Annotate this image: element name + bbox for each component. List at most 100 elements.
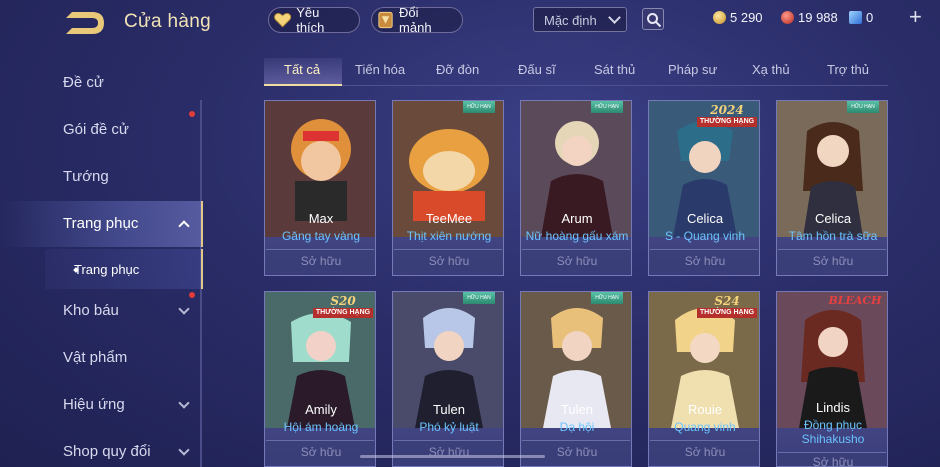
shard-exchange-button[interactable]: Đổi mảnh bbox=[371, 5, 463, 35]
sidebar-item-exchange-shop[interactable]: Shop quy đổi bbox=[0, 429, 203, 467]
sidebar-subitem-label: Trang phục bbox=[74, 262, 140, 277]
chevron-down-icon bbox=[178, 397, 190, 409]
hero-name: TeeMee bbox=[425, 211, 473, 226]
sidebar-item-treasure[interactable]: Kho báu bbox=[0, 288, 203, 334]
heart-icon bbox=[274, 12, 292, 28]
sidebar-subitem-skins[interactable]: Trang phục bbox=[45, 249, 203, 289]
sidebar-item-label: Kho báu bbox=[63, 302, 119, 319]
limited-badge: HỮU HẠN bbox=[463, 101, 495, 113]
owned-status: Sở hữu bbox=[812, 455, 854, 467]
owned-status: Sở hữu bbox=[300, 254, 342, 268]
skin-card[interactable]: BLEACH Lindis Đồng phục Shihakusho Sở hữ… bbox=[776, 291, 888, 467]
red-voucher-icon bbox=[781, 11, 794, 24]
search-icon bbox=[647, 13, 662, 28]
sidebar-item-label: Tướng bbox=[63, 168, 109, 185]
limited-badge: HỮU HẠN bbox=[847, 101, 879, 113]
owned-status: Sở hữu bbox=[300, 445, 342, 459]
skin-card[interactable]: HỮU HẠN Arum Nữ hoàng gấu xám Sở hữu bbox=[520, 100, 632, 276]
voucher-currency: 19 988 bbox=[781, 10, 838, 25]
hero-name: Celica bbox=[814, 211, 852, 226]
sort-value: Mặc định bbox=[544, 13, 597, 28]
limited-badge: HỮU HẠN bbox=[591, 292, 623, 304]
skin-name: Quang vinh bbox=[674, 420, 736, 434]
skin-card[interactable]: HỮU HẠN Tulen Phó kỷ luật Sở hữu bbox=[392, 291, 504, 467]
category-tabs: Tất cả Tiến hóa Đỡ đòn Đấu sĩ Sát thủ Ph… bbox=[264, 58, 888, 86]
blue-amount: 0 bbox=[866, 10, 874, 25]
skin-name: Phó kỷ luật bbox=[419, 420, 479, 434]
owned-status: Sở hữu bbox=[556, 254, 598, 268]
skin-name: Găng tay vàng bbox=[281, 229, 361, 243]
tab-fighter[interactable]: Đấu sĩ bbox=[518, 62, 556, 77]
season-label: S24 bbox=[714, 294, 740, 308]
ranked-label: THƯỜNG HẠNG bbox=[697, 117, 757, 127]
page-title: Cửa hàng bbox=[124, 11, 211, 32]
blue-gem-icon bbox=[849, 11, 862, 24]
shards-label: Đổi mảnh bbox=[399, 5, 432, 35]
tab-evolution[interactable]: Tiến hóa bbox=[355, 62, 405, 77]
owned-status: Sở hữu bbox=[556, 445, 598, 459]
tab-tank[interactable]: Đỡ đòn bbox=[436, 62, 479, 77]
favorites-button[interactable]: Yêu thích bbox=[268, 5, 360, 35]
season-label: 2024 bbox=[710, 103, 744, 117]
skin-name: Hội ám hoàng bbox=[283, 420, 359, 434]
skin-card[interactable]: S20 THƯỜNG HẠNG Amily Hội ám hoàng Sở hữ… bbox=[264, 291, 376, 467]
sidebar: Đề cử Gói đề cử Tướng Trang phục Trang p… bbox=[0, 44, 203, 467]
skin-name: Tâm hồn trà sữa bbox=[788, 229, 878, 243]
skin-name: Đồng phục Shihakusho bbox=[801, 418, 865, 446]
gold-coin-icon bbox=[713, 11, 726, 24]
owned-status: Sở hữu bbox=[812, 254, 854, 268]
sidebar-item-featured-bundles[interactable]: Gói đề cử bbox=[0, 107, 203, 153]
ranked-badge: S24 THƯỜNG HẠNG bbox=[697, 294, 757, 320]
search-button[interactable] bbox=[642, 8, 664, 30]
sidebar-item-label: Đề cử bbox=[63, 74, 104, 91]
collab-label: BLEACH bbox=[828, 294, 882, 307]
sidebar-item-skins[interactable]: Trang phục bbox=[0, 201, 203, 247]
chevron-up-icon bbox=[178, 220, 190, 232]
skin-card[interactable]: HỮU HẠN Tulen Dạ hội Sở hữu bbox=[520, 291, 632, 467]
skin-card[interactable]: HỮU HẠN Celica Tâm hồn trà sữa Sở hữu bbox=[776, 100, 888, 276]
sort-dropdown[interactable]: Mặc định bbox=[533, 7, 627, 32]
shard-icon bbox=[378, 11, 393, 29]
tab-assassin[interactable]: Sát thủ bbox=[594, 62, 635, 77]
owned-status: Sở hữu bbox=[684, 445, 726, 459]
sidebar-item-label: Trang phục bbox=[63, 215, 139, 232]
ranked-badge: S20 THƯỜNG HẠNG bbox=[313, 294, 373, 320]
sidebar-item-featured[interactable]: Đề cử bbox=[0, 60, 203, 106]
hero-name: Celica bbox=[686, 211, 724, 226]
back-icon[interactable] bbox=[62, 10, 108, 36]
notification-dot bbox=[189, 292, 195, 298]
sidebar-item-items[interactable]: Vật phẩm bbox=[0, 335, 203, 381]
collab-badge: BLEACH bbox=[825, 294, 885, 320]
hero-name: Tulen bbox=[432, 402, 466, 417]
owned-status: Sở hữu bbox=[428, 254, 470, 268]
sidebar-item-label: Shop quy đổi bbox=[63, 443, 151, 460]
skin-card[interactable]: HỮU HẠN TeeMee Thịt xiên nướng Sở hữu bbox=[392, 100, 504, 276]
chevron-down-icon bbox=[178, 303, 190, 315]
tab-mage[interactable]: Pháp sư bbox=[668, 62, 717, 77]
quan-huy-currency: 0 bbox=[849, 10, 873, 25]
skin-card[interactable]: Max Găng tay vàng Sở hữu bbox=[264, 100, 376, 276]
sidebar-item-effects[interactable]: Hiệu ứng bbox=[0, 382, 203, 428]
skin-card[interactable]: S24 THƯỜNG HẠNG Rouie Quang vinh Sở hữu bbox=[648, 291, 760, 467]
sidebar-item-label: Vật phẩm bbox=[63, 349, 128, 366]
sidebar-item-label: Gói đề cử bbox=[63, 121, 129, 138]
hero-name: Tulen bbox=[560, 402, 594, 417]
skin-name: Thịt xiên nướng bbox=[406, 229, 492, 243]
sidebar-item-label: Hiệu ứng bbox=[63, 396, 125, 413]
ranked-label: THƯỜNG HẠNG bbox=[313, 308, 373, 318]
top-bar: Cửa hàng Yêu thích Đổi mảnh Mặc định 5 2… bbox=[0, 0, 940, 44]
hero-name: Rouie bbox=[688, 402, 722, 417]
skin-card[interactable]: 2024 THƯỜNG HẠNG Celica S - Quang vinh S… bbox=[648, 100, 760, 276]
owned-status: Sở hữu bbox=[428, 445, 470, 459]
limited-badge: HỮU HẠN bbox=[591, 101, 623, 113]
hero-name: Max bbox=[308, 211, 334, 226]
ranked-badge: 2024 THƯỜNG HẠNG bbox=[697, 103, 757, 129]
owned-status: Sở hữu bbox=[684, 254, 726, 268]
hero-name: Amily bbox=[305, 402, 337, 417]
notification-dot bbox=[189, 111, 195, 117]
tab-all[interactable]: Tất cả bbox=[284, 62, 320, 77]
tab-marksman[interactable]: Xạ thủ bbox=[752, 62, 790, 77]
add-currency-button[interactable]: + bbox=[909, 6, 922, 28]
tab-support[interactable]: Trợ thủ bbox=[827, 62, 869, 77]
sidebar-item-heroes[interactable]: Tướng bbox=[0, 154, 203, 200]
